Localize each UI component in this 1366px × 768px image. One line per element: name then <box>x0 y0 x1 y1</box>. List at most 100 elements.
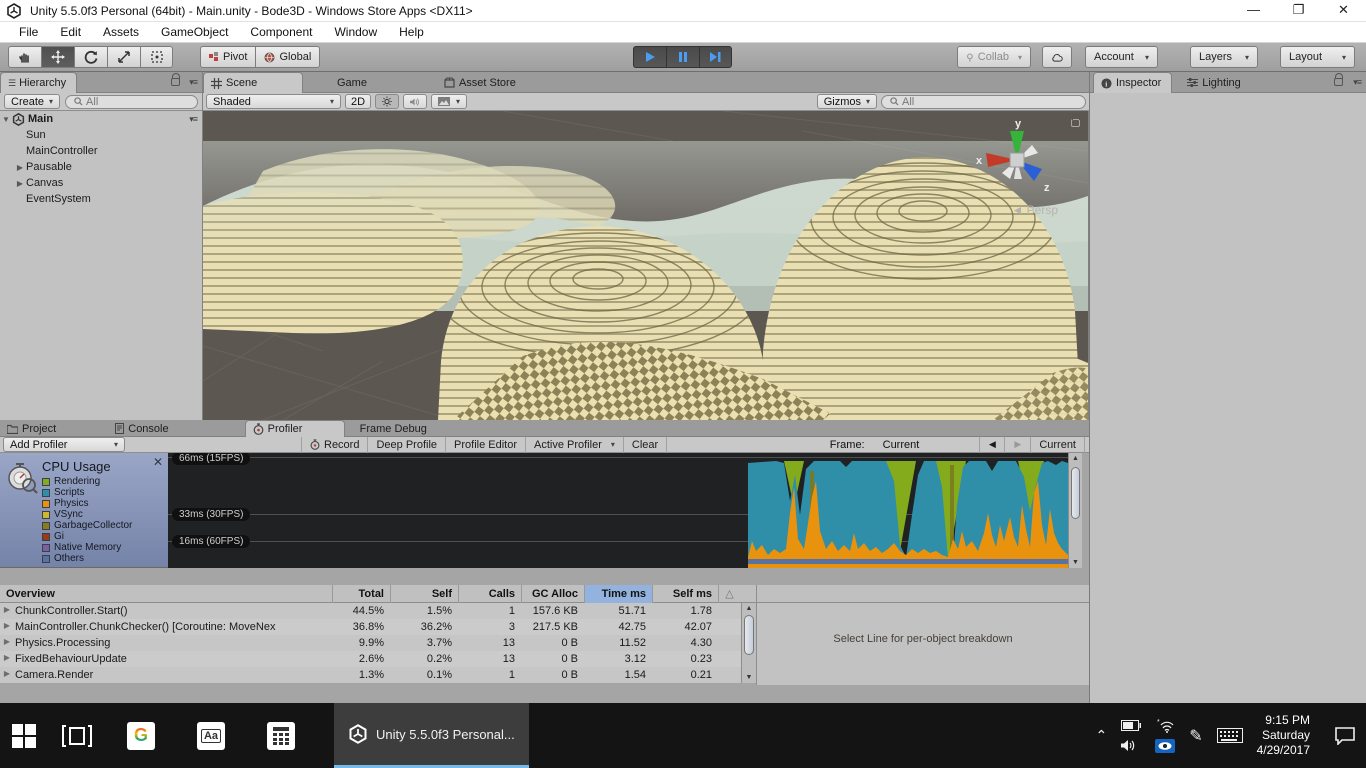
hierarchy-item-canvas[interactable]: ▶Canvas <box>0 175 202 191</box>
hierarchy-item-maincontroller[interactable]: MainController <box>0 143 202 159</box>
prev-frame-button[interactable]: ◀ <box>979 437 1005 453</box>
cpu-usage-card[interactable]: ✕ CPU Usage Rendering Scripts Physics VS… <box>0 453 168 568</box>
graph-scrollbar[interactable]: ▲ ▼ <box>1068 453 1082 568</box>
volume-icon[interactable] <box>1121 739 1138 752</box>
action-center-icon[interactable] <box>1334 727 1356 745</box>
clock[interactable]: 9:15 PM Saturday 4/29/2017 <box>1257 713 1310 758</box>
scroll-up-icon[interactable]: ▲ <box>1069 455 1082 462</box>
record-button[interactable]: Record <box>301 437 368 453</box>
expand-arrow-icon[interactable]: ▶ <box>14 179 26 188</box>
pen-tray-icon[interactable]: ✎ <box>1189 726 1202 746</box>
table-scroll-thumb[interactable] <box>744 615 754 655</box>
pivot-toggle-button[interactable]: Pivot <box>200 46 255 68</box>
col-self[interactable]: Self <box>390 585 458 603</box>
calculator-app-button[interactable] <box>246 703 316 768</box>
legend-garbagecollector[interactable]: GarbageCollector <box>42 520 168 531</box>
tab-lighting[interactable]: Lighting <box>1180 72 1251 93</box>
menu-assets[interactable]: Assets <box>92 25 150 39</box>
close-icon[interactable]: ✕ <box>153 455 163 469</box>
legend-gi[interactable]: Gi <box>42 531 168 542</box>
step-button[interactable] <box>699 46 732 68</box>
scene-lighting-toggle[interactable] <box>375 94 399 109</box>
touch-keyboard-icon[interactable] <box>1217 728 1243 743</box>
hierarchy-search-input[interactable]: All <box>65 95 198 109</box>
table-row[interactable]: ▶Camera.Render 1.3% 0.1% 1 0 B 1.54 0.21 <box>0 667 756 683</box>
legend-vsync[interactable]: VSync <box>42 509 168 520</box>
minimize-button[interactable]: — <box>1231 0 1276 22</box>
legend-native-memory[interactable]: Native Memory <box>42 542 168 553</box>
current-frame-button[interactable]: Current <box>1031 437 1085 453</box>
panel-menu-icon[interactable]: ▾≡ <box>1353 77 1361 88</box>
hierarchy-item-eventsystem[interactable]: EventSystem <box>0 191 202 207</box>
tray-expand-icon[interactable]: ⌃ <box>1095 727 1107 744</box>
task-view-button[interactable] <box>48 703 106 768</box>
tab-project[interactable]: Project <box>0 420 66 437</box>
table-row[interactable]: ▶ChunkController.Start() 44.5% 1.5% 1 15… <box>0 603 756 619</box>
hand-tool-button[interactable] <box>8 46 41 68</box>
shading-mode-dropdown[interactable]: Shaded▾ <box>206 94 341 109</box>
table-row[interactable]: ▶FixedBehaviourUpdate 2.6% 0.2% 13 0 B 3… <box>0 651 756 667</box>
rect-tool-button[interactable] <box>140 46 173 68</box>
tab-scene[interactable]: Scene <box>203 72 303 93</box>
gizmos-dropdown[interactable]: Gizmos▾ <box>817 94 877 109</box>
menu-gameobject[interactable]: GameObject <box>150 25 239 39</box>
rotate-tool-button[interactable] <box>74 46 107 68</box>
add-profiler-dropdown[interactable]: Add Profiler▾ <box>3 437 125 452</box>
table-scrollbar[interactable]: ▲ ▼ <box>741 603 756 683</box>
close-button[interactable]: ✕ <box>1321 0 1366 22</box>
global-toggle-button[interactable]: Global <box>255 46 320 68</box>
legend-physics[interactable]: Physics <box>42 498 168 509</box>
col-overview[interactable]: Overview <box>0 585 332 603</box>
tab-profiler[interactable]: Profiler <box>245 420 345 437</box>
google-app-button[interactable]: G <box>106 703 176 768</box>
scene-viewport[interactable]: y x z ◄ Persp <box>203 111 1088 420</box>
scroll-down-icon[interactable]: ▼ <box>1069 559 1082 566</box>
legend-others[interactable]: Others <box>42 553 168 564</box>
collab-dropdown[interactable]: Collab▾ <box>957 46 1031 68</box>
create-dropdown[interactable]: Create▾ <box>4 94 60 109</box>
menu-window[interactable]: Window <box>323 25 388 39</box>
scene-search-input[interactable]: All <box>881 95 1086 109</box>
col-calls[interactable]: Calls <box>458 585 521 603</box>
maximize-button[interactable]: ❐ <box>1276 0 1321 22</box>
tab-frame-debug[interactable]: Frame Debug <box>353 420 437 437</box>
active-profiler-dropdown[interactable]: Active Profiler▾ <box>526 437 624 453</box>
menu-component[interactable]: Component <box>239 25 323 39</box>
col-warning-icon[interactable]: △ <box>718 585 740 603</box>
wifi-icon[interactable]: * <box>1157 719 1174 733</box>
unity-taskbar-button[interactable]: Unity 5.5.0f3 Personal... <box>334 703 529 768</box>
scroll-up-icon[interactable]: ▲ <box>742 605 756 612</box>
menu-help[interactable]: Help <box>388 25 435 39</box>
hierarchy-scene-root[interactable]: ▼ Main ▾≡ <box>0 111 202 127</box>
move-tool-button[interactable] <box>41 46 74 68</box>
expand-arrow-icon[interactable]: ▶ <box>2 621 12 633</box>
play-button[interactable] <box>633 46 666 68</box>
lock-icon[interactable] <box>1334 78 1343 86</box>
table-row[interactable]: ▶Physics.Processing 9.9% 3.7% 13 0 B 11.… <box>0 635 756 651</box>
2d-toggle-button[interactable]: 2D <box>345 94 371 109</box>
expand-arrow-icon[interactable]: ▼ <box>0 115 12 124</box>
layout-dropdown[interactable]: Layout▾ <box>1280 46 1355 68</box>
battery-icon[interactable] <box>1121 720 1141 731</box>
scale-tool-button[interactable] <box>107 46 140 68</box>
tab-game[interactable]: Game <box>315 72 377 93</box>
tab-asset-store[interactable]: Asset Store <box>437 72 526 93</box>
scroll-down-icon[interactable]: ▼ <box>742 674 756 681</box>
tab-console[interactable]: Console <box>108 420 178 437</box>
col-gc-alloc[interactable]: GC Alloc <box>521 585 584 603</box>
deep-profile-button[interactable]: Deep Profile <box>368 437 446 453</box>
tab-hierarchy[interactable]: ☰ Hierarchy <box>0 72 77 93</box>
hierarchy-item-pausable[interactable]: ▶Pausable <box>0 159 202 175</box>
expand-arrow-icon[interactable]: ▶ <box>2 669 12 681</box>
account-dropdown[interactable]: Account▾ <box>1085 46 1158 68</box>
axis-center-cube[interactable] <box>1010 153 1024 167</box>
axis-gizmo[interactable]: y x z <box>974 117 1060 203</box>
menu-edit[interactable]: Edit <box>49 25 92 39</box>
pause-button[interactable] <box>666 46 699 68</box>
expand-arrow-icon[interactable]: ▶ <box>14 163 26 172</box>
cloud-button[interactable] <box>1042 46 1072 68</box>
col-total[interactable]: Total <box>332 585 390 603</box>
graph-scroll-thumb[interactable] <box>1071 467 1080 519</box>
eye-app-tray-icon[interactable] <box>1155 739 1175 753</box>
scene-menu-icon[interactable]: ▾≡ <box>189 114 197 125</box>
